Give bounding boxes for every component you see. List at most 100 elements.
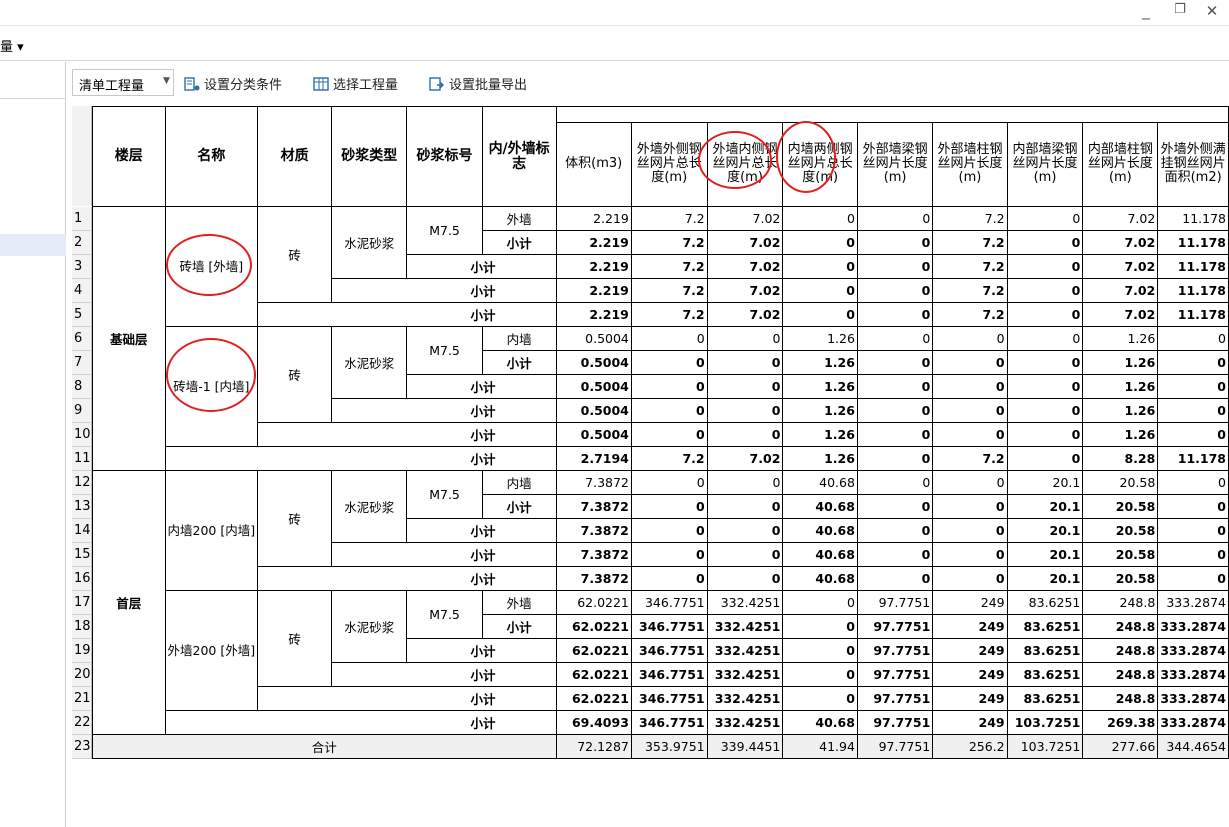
value-cell[interactable]: 7.2: [630, 302, 708, 327]
row-number[interactable]: 16: [72, 567, 92, 591]
subtotal-cell[interactable]: 小计: [406, 638, 557, 663]
value-cell[interactable]: 1.26: [1082, 398, 1159, 423]
value-cell[interactable]: 11.178: [1157, 302, 1229, 327]
value-cell[interactable]: 20.1: [1006, 566, 1084, 591]
value-cell[interactable]: 97.7751: [856, 590, 934, 615]
subtotal-cell[interactable]: 小计: [406, 254, 557, 279]
value-cell[interactable]: 0: [706, 542, 784, 567]
value-cell[interactable]: 62.0221: [555, 614, 632, 639]
value-cell[interactable]: 62.0221: [555, 590, 632, 615]
value-cell[interactable]: 333.2874: [1157, 638, 1229, 663]
grade-cell[interactable]: M7.5: [406, 470, 483, 519]
value-cell[interactable]: 0: [1006, 398, 1084, 423]
value-cell[interactable]: 339.4451: [706, 734, 784, 759]
value-cell[interactable]: 0: [706, 566, 784, 591]
value-cell[interactable]: 7.3872: [555, 470, 632, 495]
subtotal-cell[interactable]: 小计: [257, 686, 557, 711]
value-cell[interactable]: 333.2874: [1157, 710, 1229, 735]
value-cell[interactable]: 7.3872: [555, 518, 632, 543]
row-number[interactable]: 22: [72, 711, 92, 735]
value-cell[interactable]: 248.8: [1082, 614, 1159, 639]
value-cell[interactable]: 249: [932, 662, 1008, 687]
value-cell[interactable]: 0: [630, 398, 708, 423]
value-cell[interactable]: 7.3872: [555, 566, 632, 591]
value-cell[interactable]: 20.58: [1082, 470, 1159, 495]
grade-cell[interactable]: M7.5: [406, 590, 483, 639]
value-cell[interactable]: 0: [1157, 470, 1229, 495]
minimize-icon[interactable]: _: [1136, 2, 1156, 20]
row-number[interactable]: 12: [72, 471, 92, 495]
value-cell[interactable]: 0: [932, 374, 1008, 399]
value-cell[interactable]: 344.4654: [1157, 734, 1229, 759]
subtotal-cell[interactable]: 小计: [481, 350, 557, 375]
value-cell[interactable]: 0: [856, 350, 934, 375]
value-cell[interactable]: 62.0221: [555, 638, 632, 663]
value-cell[interactable]: 0: [856, 206, 934, 231]
value-cell[interactable]: 0: [782, 278, 858, 303]
value-cell[interactable]: 7.2: [932, 278, 1008, 303]
value-cell[interactable]: 97.7751: [856, 686, 934, 711]
value-cell[interactable]: 0: [932, 566, 1008, 591]
value-cell[interactable]: 0: [706, 398, 784, 423]
name-cell[interactable]: 砖墙-1 [内墙]: [164, 326, 259, 447]
value-cell[interactable]: 20.58: [1082, 542, 1159, 567]
value-cell[interactable]: 1.26: [1082, 350, 1159, 375]
row-number[interactable]: 4: [72, 279, 92, 303]
subtotal-cell[interactable]: 小计: [481, 494, 557, 519]
value-cell[interactable]: 7.2: [932, 446, 1008, 471]
value-cell[interactable]: 333.2874: [1157, 686, 1229, 711]
value-cell[interactable]: 7.2: [932, 254, 1008, 279]
value-cell[interactable]: 0: [932, 470, 1008, 495]
subtotal-cell[interactable]: 小计: [481, 614, 557, 639]
value-cell[interactable]: 97.7751: [856, 638, 934, 663]
value-cell[interactable]: 0: [1006, 350, 1084, 375]
value-cell[interactable]: 0: [630, 470, 708, 495]
value-cell[interactable]: 0: [856, 398, 934, 423]
value-cell[interactable]: 62.0221: [555, 686, 632, 711]
value-cell[interactable]: 0.5004: [555, 350, 632, 375]
value-cell[interactable]: 0: [630, 326, 708, 351]
value-cell[interactable]: 0: [782, 206, 858, 231]
total-cell[interactable]: 合计: [92, 734, 557, 759]
value-cell[interactable]: 20.58: [1082, 566, 1159, 591]
value-cell[interactable]: 0: [1006, 374, 1084, 399]
value-cell[interactable]: 7.2: [630, 254, 708, 279]
value-cell[interactable]: 0: [630, 350, 708, 375]
value-cell[interactable]: 2.219: [555, 278, 632, 303]
value-cell[interactable]: 0: [630, 374, 708, 399]
value-cell[interactable]: 332.4251: [706, 710, 784, 735]
value-cell[interactable]: 248.8: [1082, 638, 1159, 663]
value-cell[interactable]: 40.68: [782, 494, 858, 519]
value-cell[interactable]: 0: [856, 278, 934, 303]
mortar-cell[interactable]: 水泥砂浆: [331, 206, 408, 279]
value-cell[interactable]: 2.7194: [555, 446, 632, 471]
value-cell[interactable]: 97.7751: [856, 710, 934, 735]
value-cell[interactable]: 7.2: [630, 278, 708, 303]
value-cell[interactable]: 7.02: [706, 230, 784, 255]
value-cell[interactable]: 346.7751: [630, 638, 708, 663]
subtotal-cell[interactable]: 小计: [164, 710, 557, 735]
value-cell[interactable]: 1.26: [1082, 374, 1159, 399]
row-number[interactable]: 2: [72, 231, 92, 255]
value-cell[interactable]: 83.6251: [1006, 590, 1084, 615]
value-cell[interactable]: 249: [932, 686, 1008, 711]
row-number[interactable]: 3: [72, 255, 92, 279]
value-cell[interactable]: 346.7751: [630, 710, 708, 735]
value-cell[interactable]: 40.68: [782, 566, 858, 591]
subtotal-cell[interactable]: 小计: [331, 398, 557, 423]
restore-icon[interactable]: ❐: [1170, 2, 1190, 17]
value-cell[interactable]: 346.7751: [630, 662, 708, 687]
value-cell[interactable]: 20.1: [1006, 518, 1084, 543]
value-cell[interactable]: 0: [1157, 542, 1229, 567]
mortar-cell[interactable]: 水泥砂浆: [331, 470, 408, 543]
value-cell[interactable]: 0: [1006, 326, 1084, 351]
value-cell[interactable]: 0: [1157, 350, 1229, 375]
value-cell[interactable]: 332.4251: [706, 614, 784, 639]
value-cell[interactable]: 7.02: [706, 254, 784, 279]
value-cell[interactable]: 7.3872: [555, 494, 632, 519]
value-cell[interactable]: 0: [630, 518, 708, 543]
value-cell[interactable]: 0: [856, 494, 934, 519]
name-cell[interactable]: 内墙200 [内墙]: [164, 470, 259, 591]
value-cell[interactable]: 0: [932, 350, 1008, 375]
value-cell[interactable]: 7.02: [706, 446, 784, 471]
